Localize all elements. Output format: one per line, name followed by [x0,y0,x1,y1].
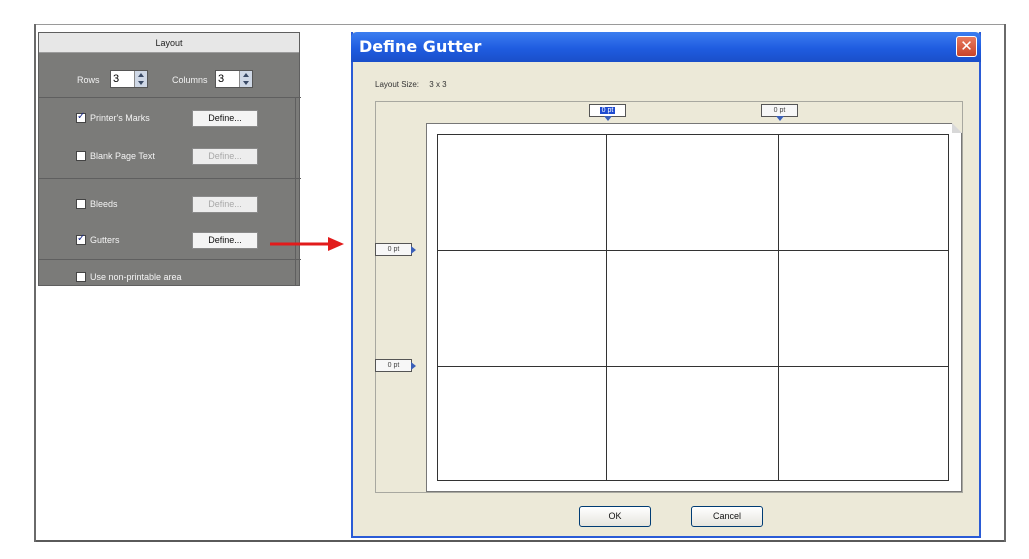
grid-column-line [606,135,607,480]
cancel-button[interactable]: Cancel [691,506,763,527]
grid-column-line [778,135,779,480]
layout-grid [437,134,949,481]
column-gutter-2[interactable]: 0 pt [761,104,798,121]
use-non-printable-area-checkbox[interactable] [76,272,86,282]
columns-value: 3 [218,73,225,85]
blank-page-text-checkbox[interactable] [76,151,86,161]
figure-frame-right [1004,24,1006,542]
layout-size-row: Layout Size: 3 x 3 [375,80,447,89]
layout-size-label: Layout Size: [375,80,420,89]
layout-panel: Layout Rows 3 Columns 3 Printer's Marks … [38,32,301,286]
close-icon[interactable]: ✕ [956,36,977,57]
dialog-title: Define Gutter [359,37,482,56]
gutters-define-button[interactable]: Define... [192,232,258,249]
spin-arrows-icon[interactable] [134,71,147,87]
column-gutter-1[interactable]: 0 pt [589,104,626,121]
panel-divider [39,178,301,179]
bleeds-checkbox[interactable] [76,199,86,209]
page-fold-icon [952,123,962,133]
printers-marks-checkbox[interactable] [76,111,86,123]
dialog-titlebar[interactable]: Define Gutter ✕ [351,32,981,62]
spin-arrows-icon[interactable] [239,71,252,87]
bleeds-define-button[interactable]: Define... [192,196,258,213]
gutters-label: Gutters [90,235,120,245]
layout-panel-title: Layout [39,33,299,53]
rows-value: 3 [113,73,120,85]
row-gutter-2[interactable]: 0 pt [375,359,416,372]
define-gutter-dialog: Define Gutter ✕ Layout Size: 3 x 3 0 pt … [351,32,981,538]
blank-page-text-define-button[interactable]: Define... [192,148,258,165]
printers-marks-label: Printer's Marks [90,113,150,123]
panel-divider [39,259,301,260]
rows-label: Rows [77,75,100,85]
red-arrow-icon [270,237,344,251]
columns-stepper[interactable]: 3 [215,70,253,88]
grid-row-line [438,366,948,367]
row-gutter-1[interactable]: 0 pt [375,243,416,256]
printers-marks-define-button[interactable]: Define... [192,110,258,127]
ok-button[interactable]: OK [579,506,651,527]
panel-divider [39,97,301,98]
blank-page-text-label: Blank Page Text [90,151,155,161]
panel-divider [295,97,296,285]
use-non-printable-area-label: Use non-printable area [90,272,182,282]
rows-stepper[interactable]: 3 [110,70,148,88]
figure-frame-left [34,24,36,542]
layout-size-value: 3 x 3 [429,80,447,89]
bleeds-label: Bleeds [90,199,118,209]
grid-row-line [438,250,948,251]
gutters-checkbox[interactable] [76,233,86,245]
columns-label: Columns [172,75,208,85]
